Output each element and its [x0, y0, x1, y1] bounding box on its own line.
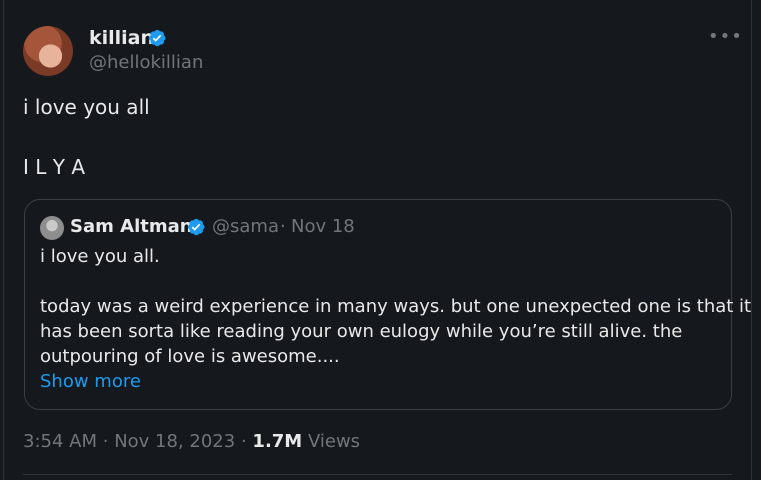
quoted-date[interactable]: Nov 18: [291, 216, 355, 238]
tweet-footer: 3:54 AM · Nov 18, 2023 · 1.7M Views: [23, 431, 360, 453]
more-horizontal-icon[interactable]: •••: [708, 27, 742, 47]
quoted-author-name[interactable]: Sam Altman: [70, 216, 193, 238]
tweet-time[interactable]: 3:54 AM: [23, 431, 97, 452]
quoted-text-line: today was a weird experience in many way…: [40, 296, 752, 317]
author-name[interactable]: killian: [89, 27, 154, 49]
divider: [23, 474, 732, 475]
show-more-link[interactable]: Show more: [40, 371, 141, 393]
footer-separator: ·: [240, 431, 247, 452]
quoted-text-line: outpouring of love is awesome....: [40, 346, 340, 367]
quoted-meta-separator: ·: [280, 216, 286, 237]
author-handle[interactable]: @hellokillian: [89, 52, 203, 74]
quoted-verified-badge-icon: [188, 218, 205, 236]
quoted-tweet-card[interactable]: Sam Altman @sama · Nov 18 i love you all…: [24, 199, 751, 410]
views-label: Views: [307, 431, 361, 452]
verified-badge-icon: [149, 29, 166, 47]
views-count: 1.7M: [252, 431, 303, 452]
quoted-author-avatar[interactable]: [40, 216, 64, 240]
tweet-date[interactable]: Nov 18, 2023: [114, 431, 235, 452]
quoted-text-line: has been sorta like reading your own eul…: [40, 321, 683, 342]
tweet-text-line-1: i love you all: [23, 95, 150, 119]
quoted-text-line: i love you all.: [40, 246, 160, 267]
quoted-author-handle[interactable]: @sama: [212, 216, 279, 238]
footer-separator: ·: [102, 431, 109, 452]
author-avatar[interactable]: [23, 26, 73, 76]
tweet-text-line-2: I L Y A: [23, 155, 86, 179]
